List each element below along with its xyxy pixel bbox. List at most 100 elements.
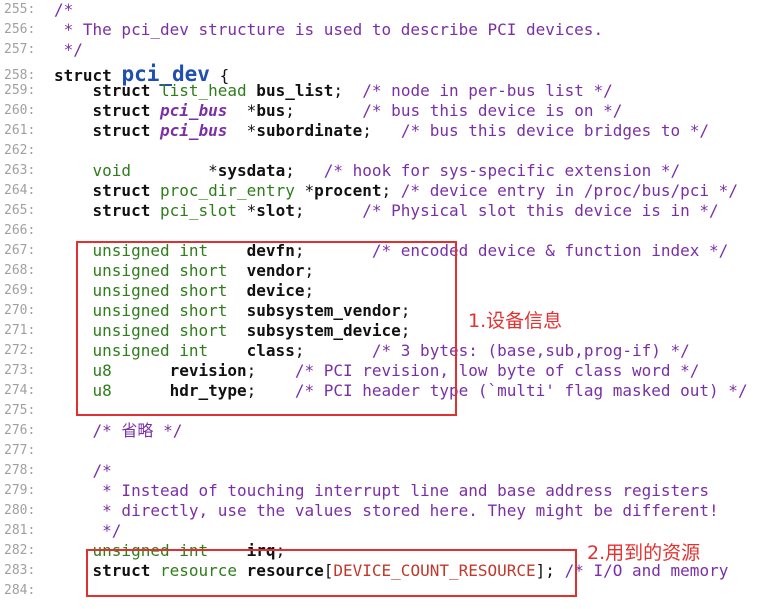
line-number: 271: [4,323,36,338]
code-line: 259: struct list_head bus_list; /* node … [0,81,764,101]
line-number: 280: [4,503,36,518]
code-text: /* [54,461,112,481]
code-line: 257: */ [0,40,764,60]
code-line: 256: * The pci_dev structure is used to … [0,20,764,40]
code-line: 279: * Instead of touching interrupt lin… [0,481,764,501]
code-token: struct [54,201,160,220]
code-token: struct [54,181,160,200]
code-token: ; [381,181,401,200]
line-number: 277: [4,443,36,458]
code-token: ; [285,161,324,180]
code-token: ; [333,81,363,100]
code-token: ; [294,201,363,220]
code-line: 278: /* [0,461,764,481]
code-text: struct pci_bus *bus; /* bus this device … [54,101,623,121]
line-number: 262: [4,143,36,158]
code-token: bus [256,101,286,120]
code-token: void [54,161,132,180]
line-number: 284: [4,583,36,598]
code-token: /* node in per-bus list */ [362,81,613,100]
code-token: /* bus this device bridges to */ [400,121,710,140]
code-token: procent [314,181,382,200]
code-token: * [131,161,218,180]
code-token: pci_bus [159,121,228,140]
code-token: /* device entry in /proc/bus/pci */ [400,181,738,200]
code-token: bus_list [246,81,334,100]
code-token: subordinate [256,121,363,140]
code-text: * directly, use the values stored here. … [54,501,719,521]
code-token: * directly, use the values stored here. … [54,501,719,520]
line-number: 257: [4,42,36,57]
code-line: 261: struct pci_bus *subordinate; /* bus… [0,121,764,141]
code-line: 264: struct proc_dir_entry *procent; /* … [0,181,764,201]
code-token: struct [54,81,160,100]
annotation-resources: 2.用到的资源 [587,542,701,564]
code-token: /* 省略 */ [54,421,183,440]
line-number: 255: [4,2,36,17]
line-number: 256: [4,22,36,37]
code-text: * Instead of touching interrupt line and… [54,481,709,501]
code-token: proc_dir_entry [159,181,295,200]
line-number: 282: [4,543,36,558]
code-token: pci_bus [159,101,228,120]
highlight-box-resources [86,549,577,597]
line-number: 266: [4,223,36,238]
code-token: ; [362,121,401,140]
line-number: 263: [4,163,36,178]
line-number: 270: [4,303,36,318]
code-token: slot [256,201,295,220]
code-token: pci_slot [159,201,238,220]
code-token: /* Physical slot this device is in */ [362,201,719,220]
code-text: struct list_head bus_list; /* node in pe… [54,81,613,101]
code-token: struct [54,101,160,120]
code-text: void *sysdata; /* hook for sys-specific … [54,161,681,181]
code-token: ; [285,101,363,120]
line-number: 279: [4,483,36,498]
code-token: */ [54,521,122,540]
code-text: * The pci_dev structure is used to descr… [54,20,603,40]
code-text: /* [54,0,73,20]
code-token: * The pci_dev structure is used to descr… [54,20,604,39]
line-number: 276: [4,423,36,438]
code-token: /* hook for sys-specific extension */ [323,161,681,180]
code-line: 277: [0,441,764,461]
code-line: 263: void *sysdata; /* hook for sys-spec… [0,161,764,181]
line-number: 259: [4,83,36,98]
code-text: */ [54,40,83,60]
line-number: 268: [4,263,36,278]
code-line: 280: * directly, use the values stored h… [0,501,764,521]
line-number: 272: [4,343,36,358]
line-number: 261: [4,123,36,138]
code-token: /* bus this device is on */ [362,101,623,120]
code-line: 255: /* [0,0,764,20]
line-number: 265: [4,203,36,218]
code-token: /* [54,0,74,19]
line-number: 275: [4,403,36,418]
code-text: struct pci_slot *slot; /* Physical slot … [54,201,719,221]
code-token: * [227,121,257,140]
code-token: * Instead of touching interrupt line and… [54,481,710,500]
code-line: 265: struct pci_slot *slot; /* Physical … [0,201,764,221]
line-number: 260: [4,103,36,118]
line-number: 269: [4,283,36,298]
line-number: 278: [4,463,36,478]
code-token: * [227,101,257,120]
line-number: 281: [4,523,36,538]
line-number: 273: [4,363,36,378]
code-text: struct proc_dir_entry *procent; /* devic… [54,181,738,201]
code-token: */ [54,40,83,59]
code-line: 262: [0,141,764,161]
code-token: * [237,201,257,220]
line-number: 267: [4,243,36,258]
line-number: 283: [4,563,36,578]
code-token: * [294,181,315,200]
line-number: 274: [4,383,36,398]
code-line: 276: /* 省略 */ [0,421,764,441]
highlight-box-device-info [76,241,457,416]
code-text: */ [54,521,121,541]
code-line: 266: [0,221,764,241]
code-token: struct [54,121,160,140]
code-text: struct pci_bus *subordinate; /* bus this… [54,121,710,141]
code-text: /* 省略 */ [54,421,183,441]
code-token: /* [54,461,112,480]
